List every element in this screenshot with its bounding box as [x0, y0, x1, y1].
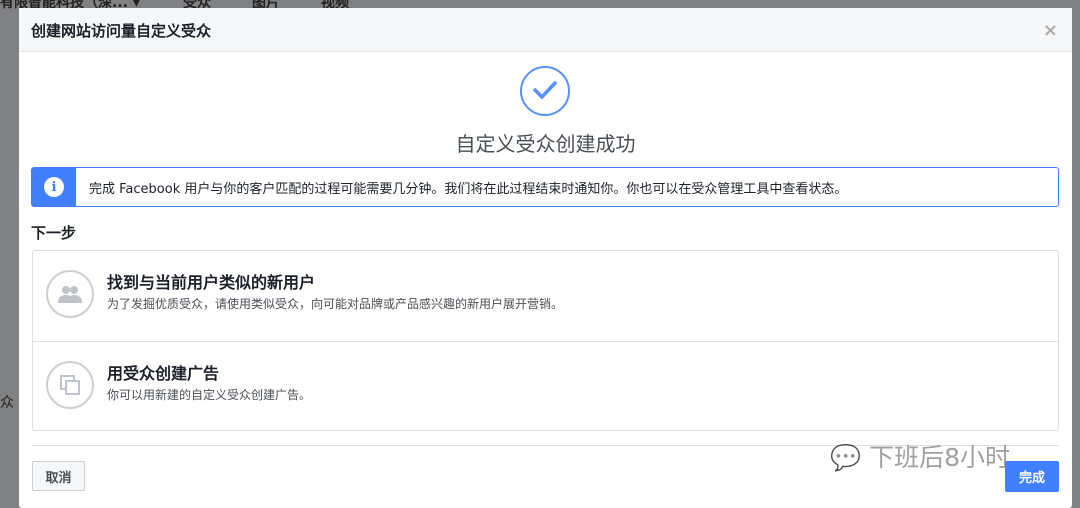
create-audience-dialog: 创建网站访问量自定义受众 × 自定义受众创建成功 i 完成 Facebook 用…: [19, 8, 1072, 508]
card-desc: 你可以用新建的自定义受众创建广告。: [107, 388, 312, 402]
cancel-button[interactable]: 取消: [32, 461, 85, 491]
info-banner: i 完成 Facebook 用户与你的客户匹配的过程可能需要几分钟。我们将在此过…: [31, 167, 1059, 207]
create-ad-option[interactable]: 用受众创建广告 你可以用新建的自定义受众创建广告。: [33, 341, 1058, 431]
close-icon[interactable]: ×: [1043, 20, 1058, 41]
bg-side-text: 众: [0, 395, 14, 411]
card-title: 用受众创建广告: [107, 364, 220, 383]
watermark-text: 下班后8小时: [869, 443, 1010, 472]
next-steps-list: 找到与当前用户类似的新用户 为了发掘优质受众，请使用类似受众，向可能对品牌或产品…: [32, 250, 1059, 431]
lookalike-audience-option[interactable]: 找到与当前用户类似的新用户 为了发掘优质受众，请使用类似受众，向可能对品牌或产品…: [33, 251, 1058, 341]
success-title: 自定义受众创建成功: [455, 132, 636, 156]
info-icon: i: [32, 168, 76, 206]
info-text: 完成 Facebook 用户与你的客户匹配的过程可能需要几分钟。我们将在此过程结…: [89, 181, 848, 197]
watermark: 💬 下班后8小时: [830, 438, 1010, 474]
card-title: 找到与当前用户类似的新用户: [107, 273, 316, 292]
people-icon: [46, 270, 94, 318]
done-button[interactable]: 完成: [1005, 461, 1059, 492]
card-desc: 为了发掘优质受众，请使用类似受众，向可能对品牌或产品感兴趣的新用户展开营销。: [107, 297, 564, 311]
ad-copy-icon: [46, 361, 94, 409]
wechat-icon: 💬: [830, 443, 862, 472]
dialog-title: 创建网站访问量自定义受众: [31, 22, 212, 40]
next-steps-heading: 下一步: [31, 224, 77, 242]
dialog-header: 创建网站访问量自定义受众 ×: [19, 8, 1072, 52]
success-check-icon: [520, 66, 570, 116]
